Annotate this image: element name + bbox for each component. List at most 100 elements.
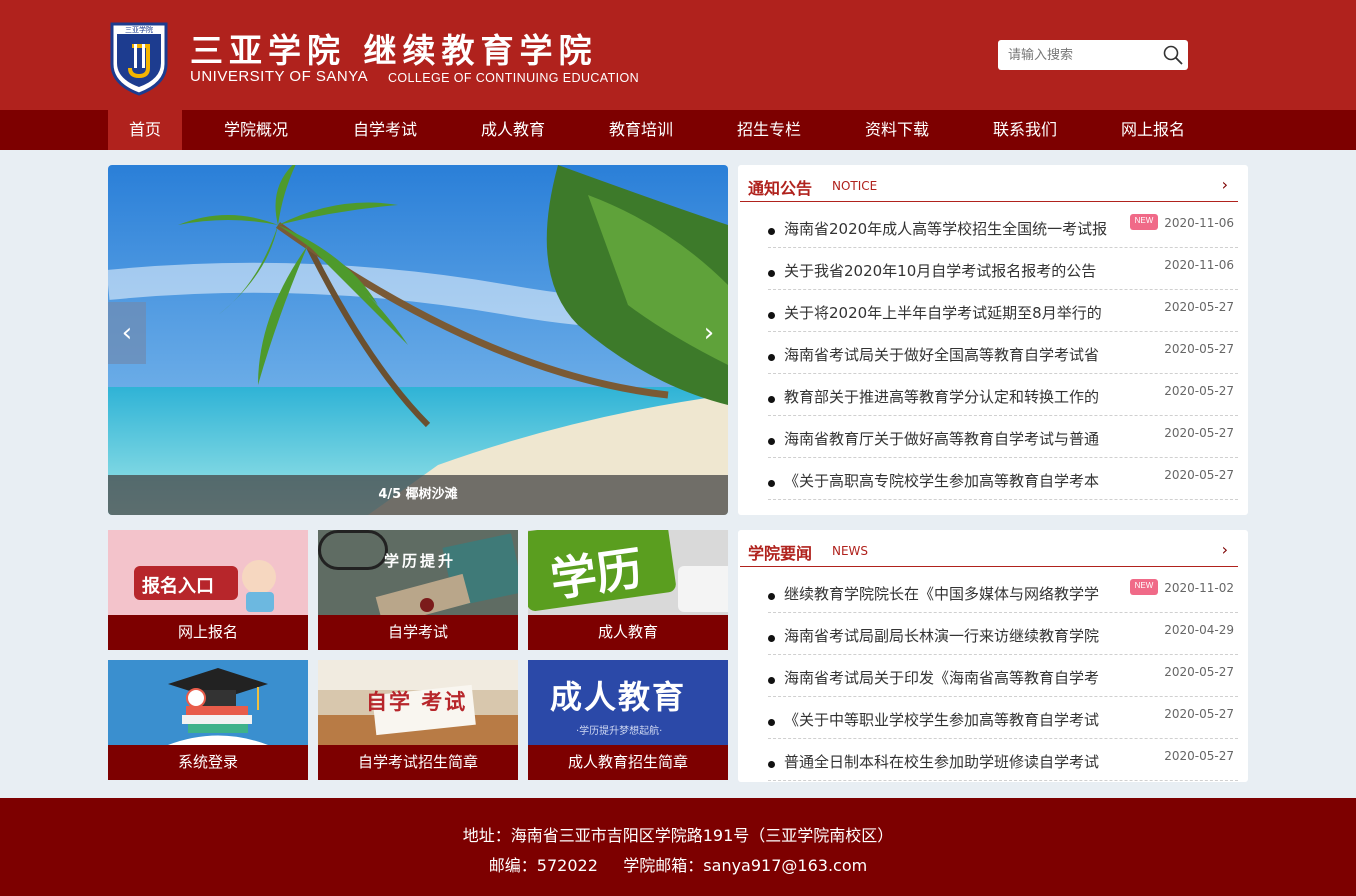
list-item[interactable]: 海南省考试局关于做好全国高等教育自学考试省 2020-05-27 [768,332,1238,374]
list-item-title[interactable]: 海南省教育厅关于做好高等教育自学考试与普通 [784,428,1099,449]
tile-image-text: 成人教育 [550,678,687,716]
nav-item-about[interactable]: 学院概况 [182,110,330,150]
list-item-title[interactable]: 普通全日制本科在校生参加助学班修读自学考试 [784,751,1099,772]
logo-university-name: UNIVERSITY OF SANYA [190,68,369,85]
list-item-title[interactable]: 海南省考试局关于印发《海南省高等教育自学考 [784,667,1099,688]
nav-item-admissions[interactable]: 招生专栏 [696,110,842,150]
university-emblem-icon[interactable]: 三亚学院 [108,20,170,96]
logo-college-name: COLLEGE OF CONTINUING EDUCATION [388,71,640,85]
list-item-date: 2020-05-27 [1164,665,1234,679]
list-item[interactable]: 海南省考试局关于印发《海南省高等教育自学考 2020-05-27 [768,655,1238,697]
keyboard-degree-image: 学历 [528,530,728,615]
tile-image-subtext: ·学历提升梦想起航· [576,726,663,737]
list-item-title[interactable]: 《关于高职高专院校学生参加高等教育自学考本 [784,470,1099,491]
news-more-icon[interactable]: › [1222,540,1228,559]
new-badge: NEW [1130,579,1158,595]
bullet-icon [768,719,775,726]
tile-self-study-exam[interactable]: 学历提升 自学考试 [318,530,518,650]
bullet-icon [768,593,775,600]
list-item[interactable]: 关于我省2020年10月自学考试报名报考的公告 2020-11-06 [768,248,1238,290]
list-item-title[interactable]: 海南省考试局关于做好全国高等教育自学考试省 [784,344,1099,365]
list-item[interactable]: 关于将2020年上半年自学考试延期至8月举行的 2020-05-27 [768,290,1238,332]
adult-education-banner-image: 成人教育 ·学历提升梦想起航· [528,660,728,745]
list-item-title[interactable]: 《关于中等职业学校学生参加高等教育自学考试 [784,709,1099,730]
nav-item-adult-education[interactable]: 成人教育 [440,110,586,150]
search-icon[interactable] [1162,44,1184,66]
list-item[interactable]: 普通全日制本科在校生参加助学班修读自学考试 2020-05-27 [768,739,1238,781]
graduation-cap-icon [168,668,268,745]
list-item[interactable]: 教育部关于推进高等教育学分认定和转换工作的 2020-05-27 [768,374,1238,416]
tile-label: 自学考试 [318,615,518,650]
nav-item-downloads[interactable]: 资料下载 [842,110,952,150]
footer-contact: 邮编：572022 学院邮箱：sanya917@163.com [488,856,868,875]
news-title: 学院要闻 [748,544,813,563]
list-item-date: 2020-05-27 [1164,300,1234,314]
tile-image-text: 报名入口 [142,576,214,597]
bullet-icon [768,677,775,684]
tile-label: 系统登录 [108,745,308,780]
list-item-title[interactable]: 继续教育学院院长在《中国多媒体与网络教学学 [784,583,1099,604]
notice-divider [740,201,1238,202]
nav-item-self-study-exam[interactable]: 自学考试 [330,110,440,150]
slider-caption: 4/5 椰树沙滩 [108,475,728,515]
notice-more-icon[interactable]: › [1222,175,1228,194]
search-input[interactable] [998,40,1158,70]
bullet-icon [768,635,775,642]
list-item-date: 2020-05-27 [1164,426,1234,440]
bullet-icon [768,396,775,403]
tile-image-text: 学历 [547,540,646,608]
list-item[interactable]: 海南省教育厅关于做好高等教育自学考试与普通 2020-05-27 [768,416,1238,458]
tile-label: 网上报名 [108,615,308,650]
logo-chinese-title: 三亚学院 继续教育学院 [190,31,598,70]
list-item-date: 2020-11-06 [1164,216,1234,230]
bullet-icon [768,761,775,768]
list-item-title[interactable]: 海南省考试局副局长林演一行来访继续教育学院 [784,625,1099,646]
nav-item-contact[interactable]: 联系我们 [952,110,1098,150]
list-item-date: 2020-05-27 [1164,342,1234,356]
nav-item-online-registration[interactable]: 网上报名 [1098,110,1208,150]
self-study-desk-image: 自学 考试 [318,660,518,745]
tile-adult-education-brochure[interactable]: 成人教育 ·学历提升梦想起航· 成人教育招生简章 [528,660,728,780]
tile-image-text: 学历提升 [384,552,457,570]
emblem-top-text: 三亚学院 [125,25,153,34]
tile-image-text: 自学 考试 [366,689,468,714]
news-panel: 学院要闻 NEWS › 继续教育学院院长在《中国多媒体与网络教学学 NEW 2020… [738,530,1248,782]
bullet-icon [768,228,775,235]
list-item-date: 2020-05-27 [1164,384,1234,398]
list-item-title[interactable]: 教育部关于推进高等教育学分认定和转换工作的 [784,386,1099,407]
nav-list: 首页 学院概况 自学考试 成人教育 教育培训 招生专栏 资料下载 联系我们 网上… [108,110,1208,150]
bullet-icon [768,354,775,361]
notice-title: 通知公告 [748,179,813,198]
image-slider[interactable]: ‹ › 4/5 椰树沙滩 [108,165,728,515]
slider-prev-button[interactable]: ‹ [108,302,146,364]
tile-label: 自学考试招生简章 [318,745,518,780]
list-item-date: 2020-05-27 [1164,707,1234,721]
list-item[interactable]: 海南省2020年成人高等学校招生全国统一考试报 NEW 2020-11-06 [768,206,1238,248]
list-item-title[interactable]: 关于我省2020年10月自学考试报名报考的公告 [784,260,1096,281]
notice-subtitle: NOTICE [832,179,878,193]
list-item-date: 2020-04-29 [1164,623,1234,637]
tile-adult-education[interactable]: 学历 成人教育 [528,530,728,650]
nav-item-home[interactable]: 首页 [108,110,182,150]
list-item[interactable]: 海南省考试局副局长林演一行来访继续教育学院 2020-04-29 [768,613,1238,655]
list-item-title[interactable]: 关于将2020年上半年自学考试延期至8月举行的 [784,302,1102,323]
tile-online-registration[interactable]: 报名入口 网上报名 [108,530,308,650]
list-item-title[interactable]: 海南省2020年成人高等学校招生全国统一考试报 [784,218,1107,239]
list-item[interactable]: 继续教育学院院长在《中国多媒体与网络教学学 NEW 2020-11-02 [768,571,1238,613]
list-item-date: 2020-05-27 [1164,749,1234,763]
nav-item-training[interactable]: 教育培训 [586,110,696,150]
bullet-icon [768,270,775,277]
bullet-icon [768,438,775,445]
tile-system-login[interactable]: 系统登录 [108,660,308,780]
new-badge: NEW [1130,214,1158,230]
search-box [998,40,1188,70]
list-item[interactable]: 《关于中等职业学校学生参加高等教育自学考试 2020-05-27 [768,697,1238,739]
list-item[interactable]: 《关于高职高专院校学生参加高等教育自学考本 2020-05-27 [768,458,1238,500]
list-item-date: 2020-11-06 [1164,258,1234,272]
tile-label: 成人教育 [528,615,728,650]
beach-palm-image [108,165,728,515]
education-upgrade-image: 学历提升 [318,530,518,627]
tile-self-study-brochure[interactable]: 自学 考试 自学考试招生简章 [318,660,518,780]
slider-next-button[interactable]: › [690,302,728,364]
list-item-date: 2020-05-27 [1164,468,1234,482]
